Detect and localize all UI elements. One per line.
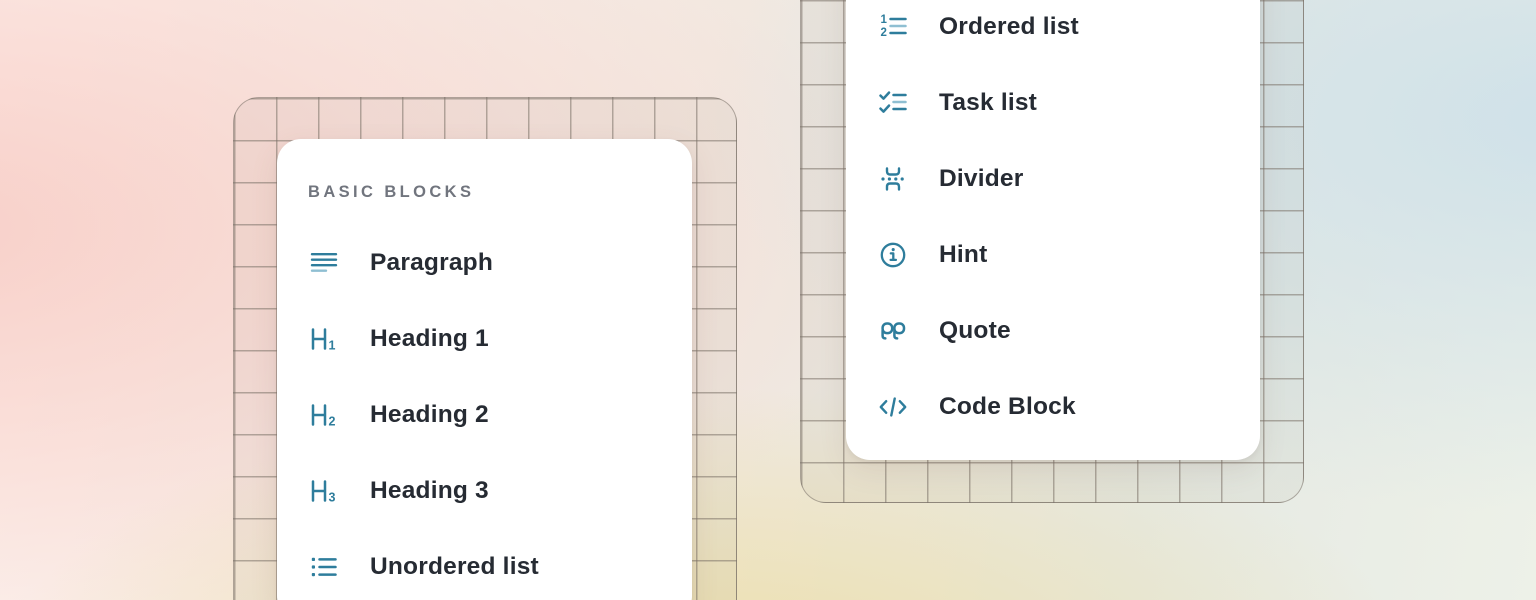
menu-item-label: Unordered list [370,553,539,581]
menu-item-hint[interactable]: Hint [846,235,1260,275]
ordered-list-icon: 1 2 [876,10,910,44]
divider-icon [876,162,910,196]
heading-3-icon: 3 [307,474,341,508]
heading-3-subscript: 3 [329,491,336,505]
illustration-canvas: BASIC BLOCKS Paragraph 1 Heading 1 [0,0,1536,600]
quote-icon [876,314,910,348]
menu-item-label: Divider [939,165,1023,193]
menu-item-label: Heading 1 [370,325,489,353]
heading-1-subscript: 1 [329,339,336,353]
menu-item-heading-1[interactable]: 1 Heading 1 [277,319,692,359]
menu-item-heading-3[interactable]: 3 Heading 3 [277,471,692,511]
menu-item-label: Quote [939,317,1011,345]
menu-item-label: Heading 2 [370,401,489,429]
menu-item-divider[interactable]: Divider [846,159,1260,199]
task-list-icon [876,86,910,120]
menu-item-label: Task list [939,89,1037,117]
blocks-menu-card-continued: 1 2 Ordered list Task list [846,0,1260,460]
menu-item-label: Hint [939,241,987,269]
hint-icon [876,238,910,272]
heading-2-subscript: 2 [329,415,336,429]
menu-item-ordered-list[interactable]: 1 2 Ordered list [846,7,1260,47]
heading-2-icon: 2 [307,398,341,432]
menu-item-label: Paragraph [370,249,493,277]
unordered-list-icon [307,550,341,584]
ordered-list-digit-1: 1 [881,14,888,26]
menu-item-label: Code Block [939,393,1076,421]
heading-1-icon: 1 [307,322,341,356]
menu-item-task-list[interactable]: Task list [846,83,1260,123]
menu-item-code-block[interactable]: Code Block [846,387,1260,427]
paragraph-icon [307,246,341,280]
ordered-list-digit-2: 2 [881,27,887,39]
menu-item-quote[interactable]: Quote [846,311,1260,351]
menu-item-paragraph[interactable]: Paragraph [277,243,692,283]
menu-item-label: Heading 3 [370,477,489,505]
menu-item-unordered-list[interactable]: Unordered list [277,547,692,587]
gradient-background [0,0,1536,600]
menu-item-label: Ordered list [939,13,1079,41]
menu-item-heading-2[interactable]: 2 Heading 2 [277,395,692,435]
section-label-basic-blocks: BASIC BLOCKS [308,183,474,203]
basic-blocks-menu-card: BASIC BLOCKS Paragraph 1 Heading 1 [277,139,692,600]
code-block-icon [876,390,910,424]
